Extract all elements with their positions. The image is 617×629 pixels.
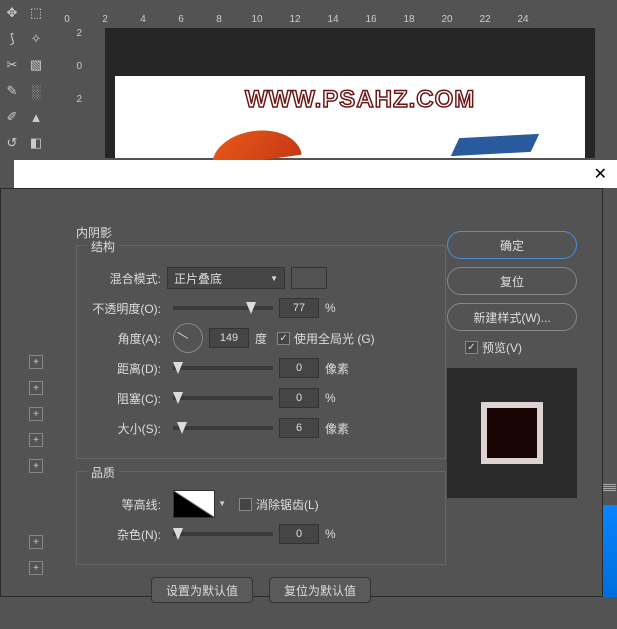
- blend-mode-label: 混合模式:: [87, 270, 167, 287]
- noise-unit: %: [325, 527, 336, 541]
- ruler-vertical: 202: [48, 28, 86, 160]
- size-input[interactable]: [279, 418, 319, 438]
- preview-label: 预览(V): [482, 339, 522, 356]
- effects-list: + + + + + + +: [1, 219, 49, 629]
- blend-mode-select[interactable]: 正片叠底▼: [167, 267, 285, 289]
- distance-input[interactable]: [279, 358, 319, 378]
- opacity-unit: %: [325, 301, 336, 315]
- ok-button[interactable]: 确定: [447, 231, 577, 259]
- contour-picker[interactable]: ▼: [173, 490, 215, 518]
- antialias-label: 消除锯齿(L): [256, 496, 319, 513]
- angle-unit: 度: [255, 330, 267, 347]
- choke-input[interactable]: [279, 388, 319, 408]
- layer-style-dialog: + + + + + + + 内阴影 结构 混合模式: 正片叠底▼ 不透明度(O)…: [0, 188, 603, 597]
- structure-fieldset: 结构 混合模式: 正片叠底▼ 不透明度(O): % 角度(A): 度: [76, 245, 446, 459]
- add-effect-icon[interactable]: +: [29, 407, 43, 421]
- tools-panel: ✥⬚ ⟆✧ ✂▧ ✎░ ✐▲ ↺◧: [0, 0, 48, 160]
- watermark-text: WWW.PSAHZ.COM: [245, 86, 475, 114]
- blend-color-swatch[interactable]: [291, 267, 327, 289]
- choke-slider[interactable]: [173, 396, 273, 400]
- reset-default-button[interactable]: 复位为默认值: [269, 577, 371, 603]
- stamp-tool-icon[interactable]: ▲: [24, 104, 48, 130]
- artboard[interactable]: WWW.PSAHZ.COM: [115, 76, 585, 158]
- preview-thumbnail: [447, 368, 577, 498]
- global-light-checkbox[interactable]: [277, 332, 290, 345]
- add-effect-icon[interactable]: +: [29, 459, 43, 473]
- ruler-horizontal: 024681012141618202224: [48, 14, 617, 28]
- chevron-down-icon: ▼: [218, 499, 226, 508]
- cancel-button[interactable]: 复位: [447, 267, 577, 295]
- paint-tool-icon[interactable]: ✐: [0, 104, 24, 130]
- dialog-titlebar: ✕: [14, 160, 617, 188]
- inner-shadow-panel: 内阴影 结构 混合模式: 正片叠底▼ 不透明度(O): % 角度(A):: [76, 224, 446, 594]
- distance-unit: 像素: [325, 360, 349, 377]
- lasso-tool-icon[interactable]: ⟆: [0, 26, 24, 52]
- angle-input[interactable]: [209, 328, 249, 348]
- opacity-label: 不透明度(O):: [87, 300, 167, 317]
- eyedropper-icon[interactable]: ✎: [0, 78, 24, 104]
- choke-unit: %: [325, 391, 336, 405]
- size-slider[interactable]: [173, 426, 273, 430]
- size-unit: 像素: [325, 420, 349, 437]
- distance-slider[interactable]: [173, 366, 273, 370]
- chevron-down-icon: ▼: [270, 274, 278, 283]
- slice-tool-icon[interactable]: ▧: [24, 52, 48, 78]
- move-tool-icon[interactable]: ✥: [0, 0, 24, 26]
- history-brush-icon[interactable]: ↺: [0, 130, 24, 156]
- brush-tool-icon[interactable]: ░: [24, 78, 48, 104]
- add-effect-icon[interactable]: +: [29, 561, 43, 575]
- dialog-actions: 确定 复位 新建样式(W)... 预览(V): [447, 231, 587, 498]
- rect-select-icon[interactable]: ⬚: [24, 0, 48, 26]
- crop-tool-icon[interactable]: ✂: [0, 52, 24, 78]
- new-style-button[interactable]: 新建样式(W)...: [447, 303, 577, 331]
- structure-legend: 结构: [87, 238, 119, 255]
- set-default-button[interactable]: 设置为默认值: [151, 577, 253, 603]
- close-icon[interactable]: ✕: [594, 164, 607, 184]
- opacity-slider[interactable]: [173, 306, 273, 310]
- antialias-checkbox[interactable]: [239, 498, 252, 511]
- angle-dial[interactable]: [173, 323, 203, 353]
- scrollbar-vertical[interactable]: [603, 505, 617, 597]
- add-effect-icon[interactable]: +: [29, 355, 43, 369]
- add-effect-icon[interactable]: +: [29, 535, 43, 549]
- panel-title: 内阴影: [76, 224, 446, 241]
- canvas-area: WWW.PSAHZ.COM: [105, 28, 595, 158]
- angle-label: 角度(A):: [87, 330, 167, 347]
- opacity-input[interactable]: [279, 298, 319, 318]
- contour-label: 等高线:: [87, 496, 167, 513]
- size-label: 大小(S):: [87, 420, 167, 437]
- quality-legend: 品质: [87, 464, 119, 481]
- choke-label: 阻塞(C):: [87, 390, 167, 407]
- eraser-tool-icon[interactable]: ◧: [24, 130, 48, 156]
- noise-label: 杂色(N):: [87, 526, 167, 543]
- quality-fieldset: 品质 等高线: ▼ 消除锯齿(L) 杂色(N): %: [76, 471, 446, 565]
- global-light-label: 使用全局光 (G): [294, 330, 375, 347]
- add-effect-icon[interactable]: +: [29, 433, 43, 447]
- preview-checkbox[interactable]: [465, 341, 478, 354]
- menu-icon[interactable]: [603, 484, 616, 498]
- wand-tool-icon[interactable]: ✧: [24, 26, 48, 52]
- distance-label: 距离(D):: [87, 360, 167, 377]
- artwork-shape-blue: [451, 134, 539, 156]
- noise-input[interactable]: [279, 524, 319, 544]
- noise-slider[interactable]: [173, 532, 273, 536]
- add-effect-icon[interactable]: +: [29, 381, 43, 395]
